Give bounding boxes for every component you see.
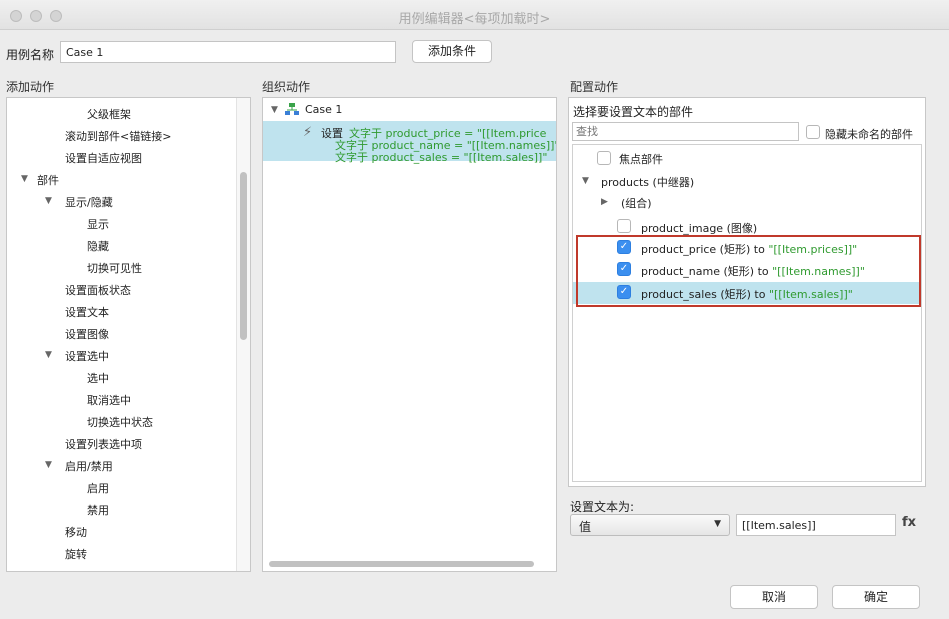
widget-search-input[interactable] [572,122,799,141]
case-node-label[interactable]: Case 1 [305,103,342,116]
ok-button[interactable]: 确定 [832,585,920,609]
dropdown-arrow-icon: ▼ [714,519,721,529]
fx-button[interactable]: fx [902,515,916,530]
value-type-select[interactable]: 值 ▼ [570,514,730,536]
action-show[interactable]: 显示 [87,216,109,232]
expand-widgets-icon[interactable]: ▼ [21,174,28,184]
organize-action-title: 组织动作 [262,80,311,94]
action-set-text[interactable]: 设置文本 [65,304,109,320]
action-rotate[interactable]: 旋转 [65,546,87,562]
select-widgets-subtitle: 选择要设置文本的部件 [573,105,694,119]
products-repeater-label[interactable]: products (中继器) [601,174,694,190]
action-toggle-visibility[interactable]: 切换可见性 [87,260,142,276]
lightning-icon: ⚡ [303,125,313,140]
action-move[interactable]: 移动 [65,524,87,540]
focus-widget-label[interactable]: 焦点部件 [619,151,663,167]
hide-unnamed-checkbox[interactable] [806,125,820,139]
expand-group-icon[interactable]: ▶ [601,197,608,207]
action-set-panel-state[interactable]: 设置面板状态 [65,282,131,298]
case-name-input[interactable] [60,41,396,63]
hide-unnamed-label: 隐藏未命名的部件 [825,128,913,141]
action-scroll-to-widget[interactable]: 滚动到部件<锚链接> [65,128,171,144]
set-text-value: [[Item.sales]] [742,519,816,532]
add-action-scrollbar-thumb[interactable] [240,172,247,340]
product-image-label[interactable]: product_image (图像) [641,220,757,236]
action-line-sales: 文字于 product_sales = "[[Item.sales]]" [335,151,548,164]
cancel-button[interactable]: 取消 [730,585,818,609]
action-set-selected[interactable]: 设置选中 [65,348,109,364]
add-condition-button[interactable]: 添加条件 [412,40,492,63]
expand-enable-disable-icon[interactable]: ▼ [45,460,52,470]
case-name-label: 用例名称 [6,48,55,62]
action-set-image[interactable]: 设置图像 [65,326,109,342]
add-action-scrollbar[interactable] [236,98,250,571]
case-tree-icon [285,103,299,116]
action-group-widgets[interactable]: 部件 [37,172,59,188]
action-set-list-selected[interactable]: 设置列表选中项 [65,436,142,452]
organize-action-panel: ▼ Case 1 ⚡ 设置 文字于 product_price = "[[Ite… [262,97,557,572]
set-text-label: 设置文本为: [570,500,635,514]
expand-show-hide-icon[interactable]: ▼ [45,196,52,206]
window-title: 用例编辑器<每项加载时> [398,12,551,27]
expand-set-selected-icon[interactable]: ▼ [45,350,52,360]
action-hide[interactable]: 隐藏 [87,238,109,254]
add-action-panel: 父级框架 滚动到部件<锚链接> 设置自适应视图 ▼ 部件 ▼ 显示/隐藏 显示 … [6,97,251,572]
action-select[interactable]: 选中 [87,370,109,386]
focus-widget-checkbox[interactable] [597,151,611,165]
action-toggle-selected[interactable]: 切换选中状态 [87,414,153,430]
action-enable-disable[interactable]: 启用/禁用 [65,458,113,474]
action-unselect[interactable]: 取消选中 [87,392,131,408]
action-enable[interactable]: 启用 [87,480,109,496]
group-label[interactable]: (组合) [621,195,652,211]
widget-tree: 焦点部件 ▼ products (中继器) ▶ (组合) product_ima… [572,144,922,482]
configure-action-panel: 选择要设置文本的部件 隐藏未命名的部件 焦点部件 ▼ products (中继器… [568,97,926,487]
organize-horizontal-scrollbar[interactable] [269,561,534,567]
value-type-label: 值 [579,520,592,534]
set-text-value-input[interactable]: [[Item.sales]] [736,514,896,536]
set-text-action-row[interactable]: ⚡ 设置 文字于 product_price = "[[Item.price 文… [263,121,556,164]
action-disable[interactable]: 禁用 [87,502,109,518]
product-image-checkbox[interactable] [617,219,631,233]
red-highlight-box [576,235,921,307]
action-parent-frame[interactable]: 父级框架 [87,106,131,122]
configure-action-title: 配置动作 [570,80,619,94]
title-bar: 用例编辑器<每项加载时> [0,0,949,30]
action-show-hide[interactable]: 显示/隐藏 [65,194,113,210]
action-set-adaptive-view[interactable]: 设置自适应视图 [65,150,142,166]
add-action-title: 添加动作 [6,80,55,94]
expand-products-icon[interactable]: ▼ [582,176,589,186]
expand-case-icon[interactable]: ▼ [271,105,278,115]
